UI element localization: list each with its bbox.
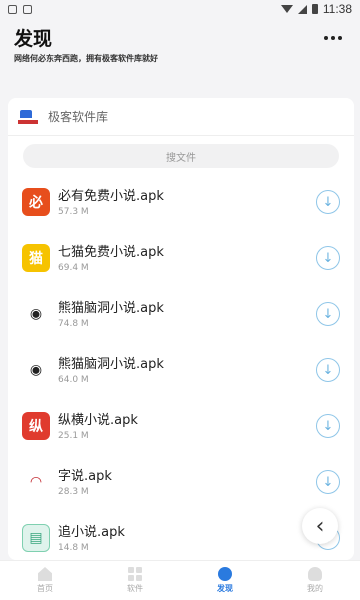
app-list-item[interactable]: ◉ 熊猫脑洞小说.apk 64.0 M ↓ xyxy=(8,342,354,398)
nav-label: 软件 xyxy=(127,584,143,593)
dot-icon xyxy=(338,36,342,40)
download-icon: ↓ xyxy=(322,306,334,322)
chevron-left-icon: ‹ xyxy=(315,513,325,539)
download-button[interactable]: ↓ xyxy=(316,414,340,438)
wifi-icon xyxy=(280,5,293,13)
app-size: 25.1 M xyxy=(58,430,89,441)
download-icon: ↓ xyxy=(322,474,334,490)
library-name: 极客软件库 xyxy=(48,110,109,124)
status-time: 11:38 xyxy=(322,2,352,16)
app-list-item[interactable]: 猫七猫免费小说.apk 69.4 M ↓ xyxy=(8,230,354,286)
nav-label: 发现 xyxy=(217,584,233,593)
app-name: 纵横小说.apk xyxy=(58,412,138,428)
nav-item-grid[interactable]: 软件 xyxy=(90,561,180,600)
app-list-item[interactable]: ◠ 字说.apk 28.3 M ↓ xyxy=(8,454,354,510)
dot-icon xyxy=(324,36,328,40)
app-list-item[interactable]: 纵纵横小说.apk 25.1 M ↓ xyxy=(8,398,354,454)
app-size: 64.0 M xyxy=(58,374,89,385)
download-button[interactable]: ↓ xyxy=(316,246,340,270)
page-subtitle: 网络何必东奔西跑，拥有极客软件库就好 xyxy=(14,54,158,63)
cat-app-icon: 猫 xyxy=(22,244,50,272)
user-icon xyxy=(308,567,322,581)
app-list-item[interactable]: ▤追小说.apk14.8 M↓ xyxy=(8,510,354,560)
book-app-icon: ▤ xyxy=(22,524,50,552)
app-name: 熊猫脑洞小说.apk xyxy=(58,356,164,372)
software-library-card: 极客软件库 搜文件 必必有免费小说.apk 57.3 M ↓ 猫七猫免费小说.apk 6… xyxy=(8,98,354,560)
app-size: 14.8 M xyxy=(58,542,89,553)
app-name: 字说.apk xyxy=(58,468,112,484)
discover-icon xyxy=(218,567,232,581)
nav-item-home[interactable]: 首页 xyxy=(0,561,90,600)
back-button[interactable]: ‹ xyxy=(302,508,338,544)
notification-icon xyxy=(8,4,17,14)
app-name: 必有免费小说.apk xyxy=(58,188,164,204)
app-size: 28.3 M xyxy=(58,486,89,497)
download-icon: ↓ xyxy=(322,362,334,378)
battery-icon xyxy=(311,4,318,14)
more-options-button[interactable] xyxy=(324,36,342,40)
page-title: 发现 xyxy=(14,29,53,50)
app-list: 必必有免费小说.apk 57.3 M ↓ 猫七猫免费小说.apk 69.4 M ↓ ◉ 熊猫脑… xyxy=(8,174,354,560)
download-button[interactable]: ↓ xyxy=(316,190,340,214)
nav-label: 首页 xyxy=(37,584,53,593)
bottom-nav: 首页 软件 发现 我的 xyxy=(0,560,360,600)
dot-icon xyxy=(331,36,335,40)
app-list-item[interactable]: 必必有免费小说.apk 57.3 M ↓ xyxy=(8,174,354,230)
download-icon: ↓ xyxy=(322,418,334,434)
novel-red-app-icon: 必 xyxy=(22,188,50,216)
search-input[interactable]: 搜文件 xyxy=(23,144,339,168)
library-header: 极客软件库 xyxy=(8,98,354,136)
signal-icon xyxy=(297,4,307,14)
download-icon: ↓ xyxy=(322,250,334,266)
lips-app-icon: ◠ xyxy=(22,468,50,496)
page-header: 发现 网络何必东奔西跑，拥有极客软件库就好 xyxy=(0,18,360,70)
download-button[interactable]: ↓ xyxy=(316,358,340,382)
app-list-item[interactable]: ◉ 熊猫脑洞小说.apk 74.8 M ↓ xyxy=(8,286,354,342)
status-bar: 11:38 xyxy=(0,0,360,18)
download-button[interactable]: ↓ xyxy=(316,470,340,494)
download-button[interactable]: ↓ xyxy=(316,302,340,326)
app-name: 追小说.apk xyxy=(58,524,125,540)
nav-item-user[interactable]: 我的 xyxy=(270,561,360,600)
home-icon xyxy=(38,567,52,581)
notification-icon xyxy=(23,4,32,14)
grid-icon xyxy=(128,567,142,581)
panda-app-icon: ◉ xyxy=(22,356,50,384)
zongheng-app-icon: 纵 xyxy=(22,412,50,440)
panda-app-icon: ◉ xyxy=(22,300,50,328)
download-icon: ↓ xyxy=(322,194,334,210)
app-size: 74.8 M xyxy=(58,318,89,329)
library-logo-icon xyxy=(18,109,38,124)
app-name: 七猫免费小说.apk xyxy=(58,244,164,260)
app-size: 69.4 M xyxy=(58,262,89,273)
app-name: 熊猫脑洞小说.apk xyxy=(58,300,164,316)
nav-label: 我的 xyxy=(307,584,323,593)
nav-item-discover[interactable]: 发现 xyxy=(180,561,270,600)
search-placeholder: 搜文件 xyxy=(166,152,196,164)
app-size: 57.3 M xyxy=(58,206,89,217)
